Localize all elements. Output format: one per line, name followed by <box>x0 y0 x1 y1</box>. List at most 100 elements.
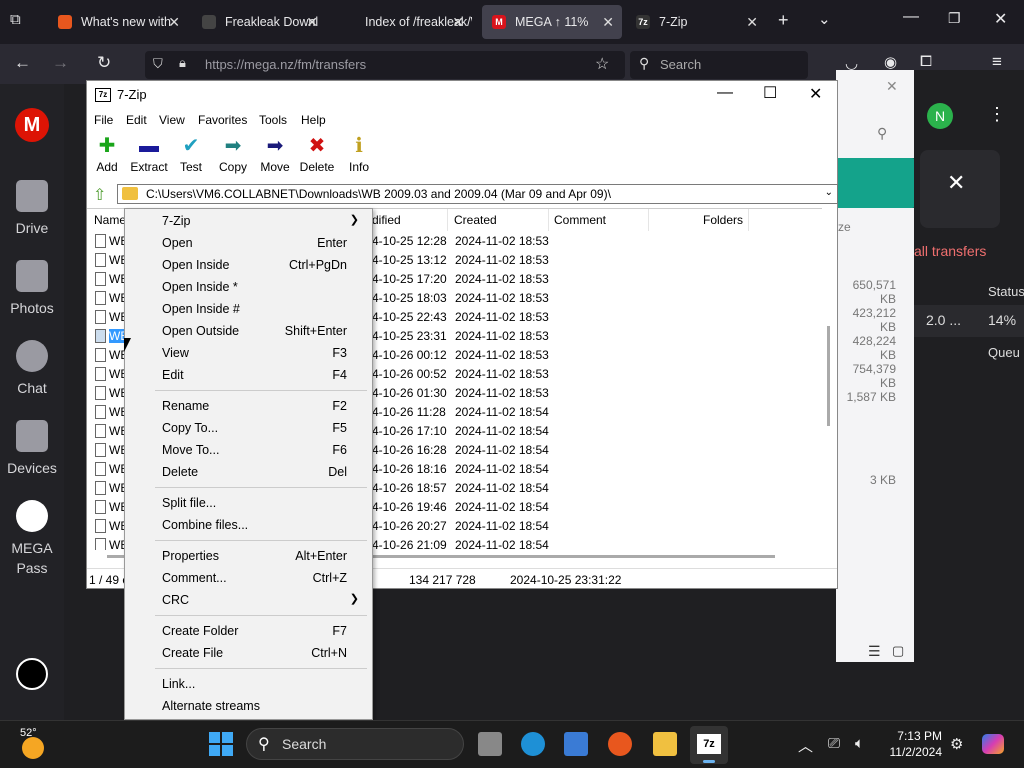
store-icon[interactable] <box>564 732 588 756</box>
list-tabs-icon[interactable]: ⌄ <box>818 10 831 28</box>
tab-5[interactable]: 7z 7-Zip ✕ <box>626 5 766 39</box>
context-item-create-folder[interactable]: Create Folder F7 <box>125 620 372 642</box>
menu-view[interactable]: View <box>159 113 185 127</box>
context-item-view[interactable]: View F3 <box>125 342 372 364</box>
notification-icon[interactable]: ⚙ <box>950 735 963 753</box>
close-tab-icon[interactable]: ✕ <box>452 14 464 31</box>
network-icon[interactable]: ⎚ <box>828 735 840 752</box>
back-icon[interactable]: ← <box>14 53 31 73</box>
shield-icon[interactable]: ⛉ <box>153 56 163 72</box>
start-icon[interactable] <box>209 732 233 756</box>
delete-button[interactable]: ✖ Delete <box>294 135 340 174</box>
all-transfers-link[interactable]: all transfers <box>914 243 986 259</box>
add-button[interactable]: ✚ Add <box>84 135 130 174</box>
tab-3[interactable]: Index of /freakleak/W ✕ <box>332 5 472 39</box>
context-item-open-inside[interactable]: Open Inside Ctrl+PgDn <box>125 254 372 276</box>
close-tab-icon[interactable]: ✕ <box>746 14 758 31</box>
tab-4[interactable]: M MEGA ↑ 11% ✕ <box>482 5 622 39</box>
maximize-icon[interactable]: ☐ <box>763 83 777 103</box>
popup-close-icon[interactable]: ✕ <box>886 78 898 95</box>
clock[interactable]: 7:13 PM 11/2/2024 <box>880 728 943 760</box>
search-bar[interactable]: ⚲ Search <box>630 51 808 79</box>
sidebar-item-photos[interactable]: Photos <box>0 260 64 318</box>
context-item-delete[interactable]: Delete Del <box>125 461 372 483</box>
column-folders[interactable]: Folders <box>703 213 743 227</box>
sidebar-item-devices[interactable]: Devices <box>0 420 64 478</box>
path-bar[interactable]: C:\Users\VM6.COLLABNET\Downloads\WB 2009… <box>117 184 838 204</box>
context-item-copy-to[interactable]: Copy To... F5 <box>125 417 372 439</box>
grid-view-icon[interactable]: ▢ <box>892 643 904 659</box>
menu-favorites[interactable]: Favorites <box>198 113 247 127</box>
column-name[interactable]: Name <box>94 213 126 227</box>
list-view-icon[interactable]: ☰ <box>868 643 881 660</box>
context-item-create-file[interactable]: Create File Ctrl+N <box>125 642 372 664</box>
info-button[interactable]: ℹ Info <box>336 135 382 174</box>
minimize-icon[interactable]: — <box>903 8 919 26</box>
edge-icon[interactable] <box>521 732 545 756</box>
close-window-icon[interactable]: ✕ <box>994 9 1007 29</box>
chevron-up-icon[interactable]: ︿ <box>798 735 813 756</box>
context-item-alternate-streams[interactable]: Alternate streams <box>125 695 372 717</box>
weather-icon[interactable] <box>22 737 44 759</box>
weather-temp[interactable]: 52° <box>20 727 37 739</box>
taskbar-search[interactable]: ⚲ Search <box>246 728 464 760</box>
context-item-crc[interactable]: CRC ❯ <box>125 589 372 611</box>
sidebar-item-drive[interactable]: Drive <box>0 180 64 238</box>
tab-overview-icon[interactable]: ⧉ <box>10 11 21 28</box>
sidebar-item-chat[interactable]: Chat <box>0 340 64 398</box>
menu-icon[interactable]: ≡ <box>992 52 1002 72</box>
menu-edit[interactable]: Edit <box>126 113 147 127</box>
close-tab-icon[interactable]: ✕ <box>306 14 318 31</box>
file-explorer-icon[interactable] <box>653 732 677 756</box>
sidebar-item-mega-pass[interactable]: MEGA Pass <box>0 500 64 578</box>
extract-button[interactable]: ▬ Extract <box>126 135 172 174</box>
context-item-combine-files[interactable]: Combine files... <box>125 514 372 536</box>
7zip-taskbar-button[interactable]: 7z <box>690 726 728 764</box>
more-options-icon[interactable]: ⋮ <box>988 104 1006 125</box>
menu-tools[interactable]: Tools <box>259 113 287 127</box>
firefox-icon[interactable] <box>608 732 632 756</box>
context-item-properties[interactable]: Properties Alt+Enter <box>125 545 372 567</box>
column-comment[interactable]: Comment <box>554 213 606 227</box>
context-item-open-inside[interactable]: Open Inside # <box>125 298 372 320</box>
close-tab-icon[interactable]: ✕ <box>602 14 614 31</box>
context-item-edit[interactable]: Edit F4 <box>125 364 372 386</box>
context-item-rename[interactable]: Rename F2 <box>125 395 372 417</box>
vertical-scrollbar[interactable] <box>823 208 837 550</box>
chevron-down-icon[interactable]: ⌄ <box>825 187 833 198</box>
forward-icon[interactable]: → <box>52 53 69 73</box>
close-icon[interactable]: ✕ <box>947 170 965 196</box>
copy-button[interactable]: ➡ Copy <box>210 135 256 174</box>
account-icon[interactable]: ◉ <box>884 53 897 71</box>
volume-icon[interactable]: 🔈︎ <box>855 735 864 752</box>
restore-icon[interactable]: ❐ <box>948 10 961 27</box>
context-item-open-outside[interactable]: Open Outside Shift+Enter <box>125 320 372 342</box>
new-tab-icon[interactable]: + <box>778 10 789 31</box>
transfer-action-button[interactable] <box>836 158 916 208</box>
column-created[interactable]: Created <box>454 213 497 227</box>
sync-icon[interactable] <box>16 658 48 690</box>
vertical-scroll-thumb[interactable] <box>827 326 830 426</box>
bookmark-star-icon[interactable]: ☆ <box>595 54 609 74</box>
up-folder-icon[interactable]: ⇧ <box>93 185 111 204</box>
lock-icon[interactable]: 🔒︎ <box>179 55 186 71</box>
context-item-link[interactable]: Link... <box>125 673 372 695</box>
reload-icon[interactable]: ↻ <box>97 53 111 73</box>
menu-help[interactable]: Help <box>301 113 326 127</box>
url-bar[interactable]: ⛉ 🔒︎ https://mega.nz/fm/transfers ☆ <box>145 51 625 79</box>
context-item-split-file[interactable]: Split file... <box>125 492 372 514</box>
menu-file[interactable]: File <box>94 113 113 127</box>
transfer-search-icon[interactable]: ⚲ <box>877 125 887 142</box>
context-item-open[interactable]: Open Enter <box>125 232 372 254</box>
copilot-icon[interactable] <box>982 734 1004 754</box>
mega-logo[interactable]: M <box>15 108 49 142</box>
context-item-open-inside[interactable]: Open Inside * <box>125 276 372 298</box>
column-modified[interactable]: dified <box>372 213 401 227</box>
context-item-7-zip[interactable]: 7-Zip ❯ <box>125 210 372 232</box>
context-item-move-to[interactable]: Move To... F6 <box>125 439 372 461</box>
context-item-comment[interactable]: Comment... Ctrl+Z <box>125 567 372 589</box>
minimize-icon[interactable]: — <box>717 84 733 102</box>
tab-2[interactable]: Freakleak Downl ✕ <box>192 5 326 39</box>
tab-1[interactable]: What's new with ✕ <box>48 5 188 39</box>
task-view-icon[interactable] <box>478 732 502 756</box>
